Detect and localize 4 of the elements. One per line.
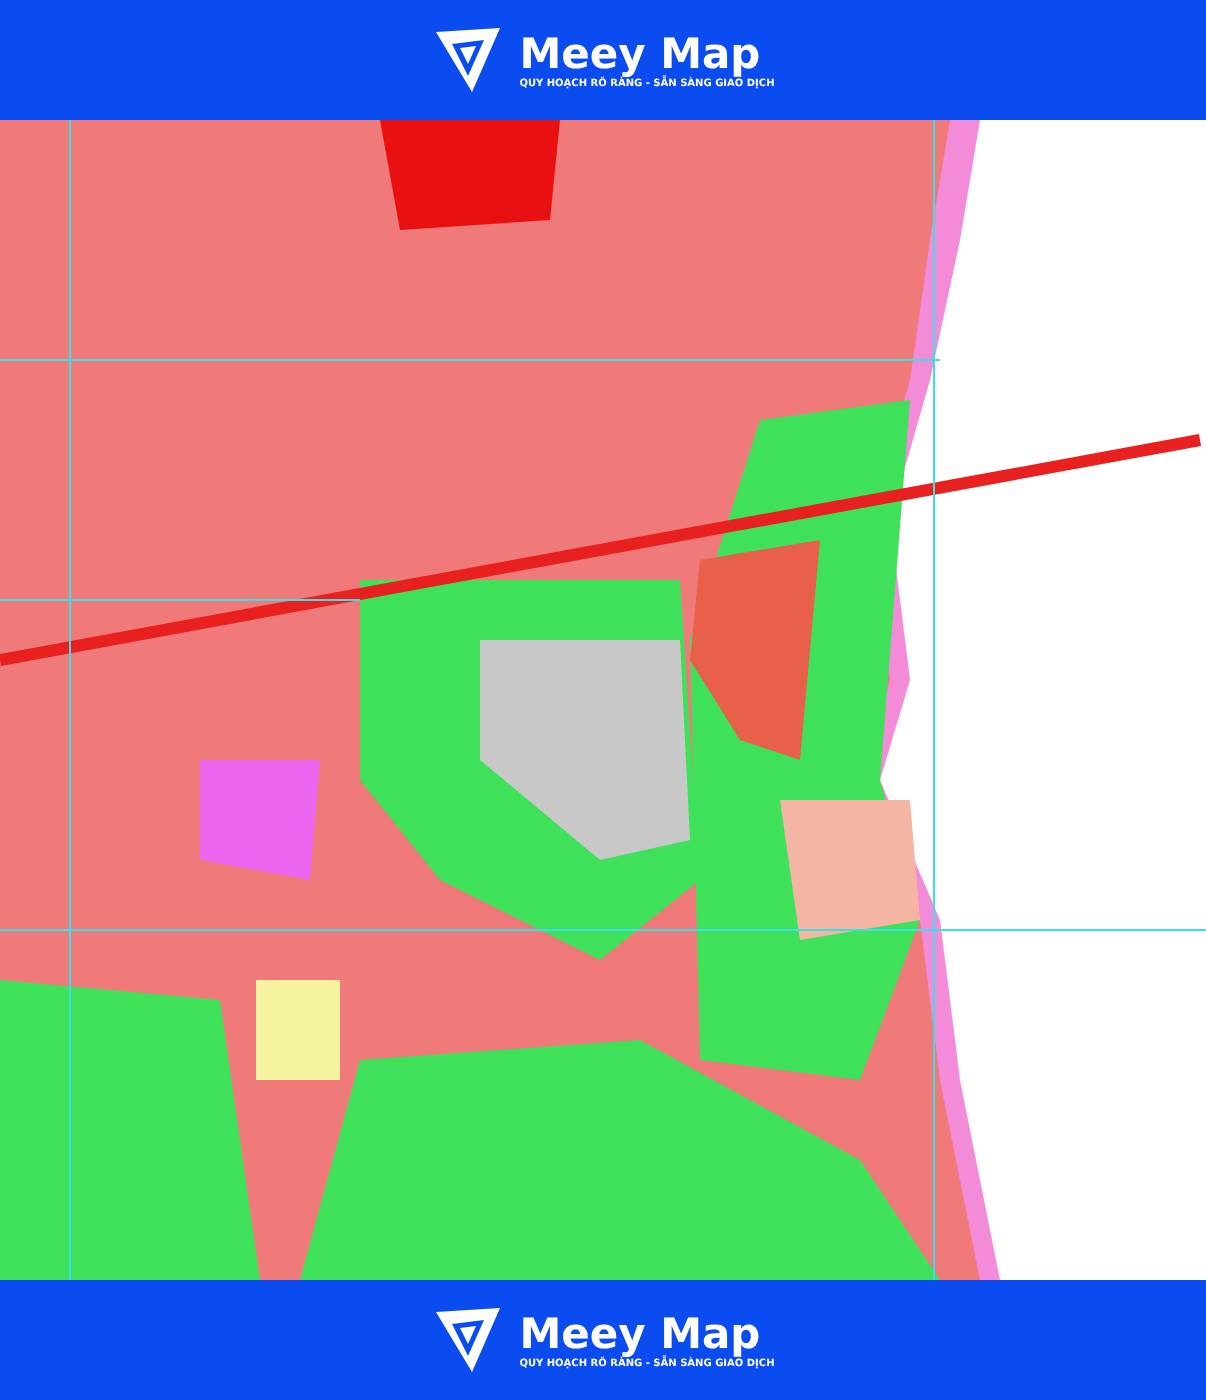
brand-name: Meey Map xyxy=(519,1310,761,1358)
brand-name: Meey Map xyxy=(519,30,761,78)
logo-icon xyxy=(431,24,504,96)
logo-icon xyxy=(431,1304,504,1376)
